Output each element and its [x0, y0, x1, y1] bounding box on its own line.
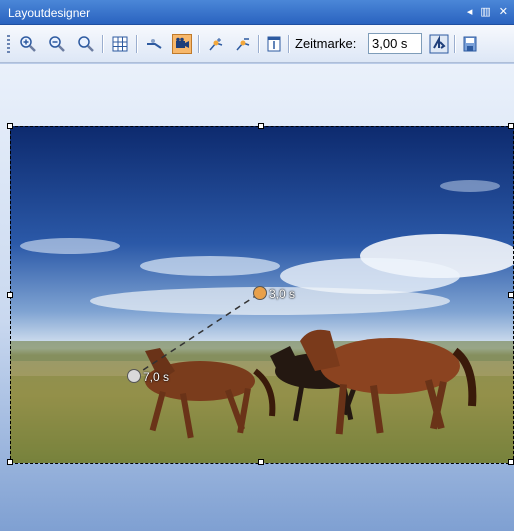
toolbar-separator: [102, 35, 104, 53]
resize-handle-top-left[interactable]: [7, 123, 13, 129]
resize-handle-bottom-left[interactable]: [7, 459, 13, 465]
toolbar: Zeitmarke: 3,00 s: [0, 25, 514, 63]
zoom-in-button[interactable]: [18, 34, 38, 54]
grid-button[interactable]: [110, 34, 130, 54]
toolbar-grip[interactable]: [7, 35, 10, 53]
resize-handle-top[interactable]: [258, 123, 264, 129]
zoom-fit-button[interactable]: [76, 34, 96, 54]
zoom-out-button[interactable]: [47, 34, 67, 54]
keyframe-label-1: 3,0 s: [269, 287, 296, 301]
resize-handle-bottom-right[interactable]: [508, 459, 514, 465]
camera-icon: [176, 37, 189, 48]
add-keyframe-button[interactable]: [206, 34, 226, 54]
toolbar-separator: [258, 35, 260, 53]
toolbar-separator: [454, 35, 456, 53]
resize-handle-left[interactable]: [7, 292, 13, 298]
zoom-out-icon: [49, 36, 65, 52]
add-keyframe-icon: [209, 38, 223, 51]
path-icon: [147, 39, 162, 49]
resize-handle-top-right[interactable]: [508, 123, 514, 129]
zoom-fit-icon: [78, 36, 94, 52]
apply-time-button[interactable]: [428, 33, 450, 55]
title-bar: Layoutdesigner ◂ ▥ ✕: [0, 0, 514, 25]
keyframe-label-2: 7,0 s: [143, 370, 170, 384]
window-controls: ◂ ▥ ✕: [467, 5, 508, 18]
camera-button[interactable]: [172, 34, 192, 54]
close-icon[interactable]: ✕: [499, 5, 508, 18]
toolbar-separator: [136, 35, 138, 53]
remove-keyframe-icon: [236, 38, 250, 51]
resize-handle-right[interactable]: [508, 292, 514, 298]
properties-icon: [267, 36, 281, 52]
zoom-in-icon: [20, 36, 36, 52]
zeitmarke-input[interactable]: 3,00 s: [368, 33, 422, 54]
time-apply-icon: [429, 34, 449, 54]
keyframe-point-2[interactable]: [127, 369, 141, 383]
toolbar-separator: [198, 35, 200, 53]
save-button[interactable]: [460, 34, 480, 54]
remove-keyframe-button[interactable]: [233, 34, 253, 54]
resize-handle-bottom[interactable]: [258, 459, 264, 465]
chevron-left-icon[interactable]: ◂: [467, 5, 473, 18]
grid-icon: [112, 36, 128, 52]
save-icon: [463, 36, 477, 52]
toolbar-separator: [288, 35, 290, 53]
zeitmarke-label: Zeitmarke:: [295, 36, 357, 51]
keyframe-point-1[interactable]: [253, 286, 267, 300]
pin-icon[interactable]: ▥: [480, 5, 490, 18]
path-tool-button[interactable]: [144, 34, 164, 54]
properties-button[interactable]: [264, 34, 284, 54]
window-title: Layoutdesigner: [8, 6, 91, 20]
